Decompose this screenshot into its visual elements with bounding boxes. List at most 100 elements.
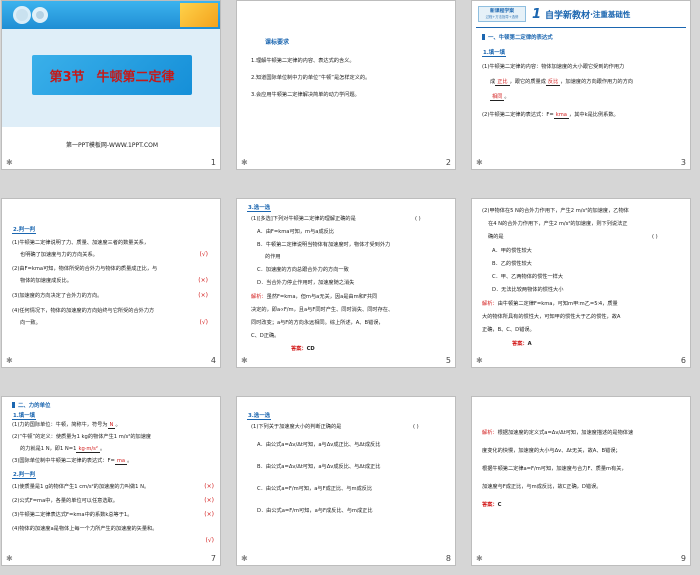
slide-footer: ✱ 3 (472, 157, 690, 169)
slide-footer: ✱ 2 (237, 157, 455, 169)
judge-mark-3: (×) (204, 511, 214, 518)
cover-photo (180, 3, 218, 27)
choose-heading: 3.选一选 (247, 205, 271, 212)
option-d: D．由公式a=F/m可知，a与F成反比、与m成正比 (257, 508, 373, 514)
unit-line-3: 的力就是1 N，即1 N=1 kg·m/s²。 (20, 446, 106, 453)
judge-mark-2: (×) (198, 277, 208, 284)
page-number: 2 (445, 158, 451, 167)
unit-line-1: (1)力的国际单位：牛顿，简称牛，符号为 N。 (12, 422, 121, 429)
law-formula-line: (2)牛顿第二定律的表达式：F= kma ，其中k是比例系数。 (482, 112, 619, 119)
option-b: B．牛顿第二定律说明当物体有加速度时，物体才受到外力 (257, 242, 391, 248)
star-icon: ✱ (476, 356, 483, 365)
explanation-line-3: 同时改变；a与F的方向永远相同。综上所述，A、B错误， (251, 320, 384, 326)
slide-footer: ✱ 8 (237, 553, 455, 565)
law-content-line-1: (1)牛顿第二定律的内容：物体加速度的大小跟它受到的作用力 (482, 64, 625, 70)
section-heading: 一、牛顿第二定律的表达式 (482, 33, 553, 41)
question-stem: (1)[多选]下列对牛顿第二定律的理解正确的是 (251, 216, 356, 222)
question-line-1: (2)甲物体在5 N的合外力作用下，产生2 m/s²的加速度，乙物体 (482, 208, 629, 214)
choose-heading: 3.选一选 (247, 413, 271, 420)
answer-line: 答案：C (482, 502, 502, 508)
slide-footer: ✱ 5 (237, 355, 455, 367)
section-bar-icon (482, 34, 485, 40)
judge-item-1: (1)牛顿第二定律说明了力、质量、加速度三者的数量关系， (12, 240, 150, 246)
judge-mark-2: (×) (204, 497, 214, 504)
slide-thumbnail-2[interactable]: 课标要求 1.理解牛顿第二定律的内容、表达式的含义。 2.知道国际单位制中力的单… (236, 0, 456, 170)
slide3-banner: 新课程学案 过程+方法指导+选修 1 自学新教材 ·注重基础性 (472, 3, 690, 25)
slide-thumbnail-3[interactable]: 新课程学案 过程+方法指导+选修 1 自学新教材 ·注重基础性 一、牛顿第二定律… (471, 0, 691, 170)
explanation-line-1: 解析：根据加速度的定义式a=Δv/Δt可知，加速度描述的是物体速 (482, 430, 634, 436)
blank-answer: 反比 (545, 79, 561, 86)
page-number: 5 (445, 356, 451, 365)
judge-item-2-cont: 物体的加速度成反比。 (20, 278, 72, 284)
judge-mark-4: (√) (205, 537, 214, 544)
judge-mark-1: (×) (204, 483, 214, 490)
judge-heading: 2.判一判 (12, 472, 36, 479)
judge-mark-4: (√) (199, 319, 208, 326)
page-number: 1 (210, 158, 216, 167)
blank-answer: kma (553, 112, 569, 119)
slide-thumbnail-1[interactable]: 第3节 牛顿第二定律 第一PPT模板网-WWW.1PPT.COM ✱ 1 (1, 0, 221, 170)
blank-answer: 相同 (490, 94, 505, 101)
slide-thumbnail-9[interactable]: 解析：根据加速度的定义式a=Δv/Δt可知，加速度描述的是物体速 度变化的快慢，… (471, 396, 691, 566)
question-line-2: 在4 N的合外力作用下，产生2 m/s²的加速度，则下列说法正 (488, 221, 628, 227)
fill-in-heading: 1.填一填 (12, 413, 36, 420)
slide-thumbnail-6[interactable]: (2)甲物体在5 N的合外力作用下，产生2 m/s²的加速度，乙物体 在4 N的… (471, 198, 691, 368)
option-c: C．加速度的方向总跟合外力的方向一致 (257, 267, 349, 273)
blank-answer: kg·m/s² (76, 446, 100, 453)
judge-item-1: (1)使质量是1 g的物体产生1 cm/s²的加速度的力叫做1 N。 (12, 484, 150, 490)
slide-thumbnail-8[interactable]: 3.选一选 (1)下列关于加速度大小的判断正确的是 ( ) A．由公式a=Δv/… (236, 396, 456, 566)
fill-in-heading: 1.填一填 (482, 50, 506, 57)
option-d: D．无法比较两物体的惯性大小 (492, 287, 564, 293)
unit-line-4: (3)国际单位制中牛顿第二定律的表达式：F= ma。 (12, 458, 133, 465)
page-number: 9 (680, 554, 686, 563)
explanation-line-2: 决定的，即a∝F/m，且a与F同时产生、同时消失、同时存在、 (251, 307, 394, 313)
slide1-title-box: 第3节 牛顿第二定律 (32, 55, 192, 95)
standard-line-2: 2.知道国际单位制中力的单位“牛顿”是怎样定义的。 (251, 75, 371, 81)
star-icon: ✱ (6, 554, 13, 563)
answer-line: 答案：A (512, 341, 532, 347)
option-c: C．由公式a=F/m可知，a与F成正比、与m成反比 (257, 486, 373, 492)
judge-item-4: (4)任何情况下，物体的加速度的方向始终与它所受的合外力方 (12, 308, 155, 314)
explanation-line-1: 解析：虽然F=kma，但m与a无关，因a是由m和F共同 (251, 294, 378, 300)
banner-subtitle: ·注重基础性 (590, 9, 631, 19)
section-heading: 二、力的单位 (12, 401, 50, 409)
banner-rule (476, 27, 686, 28)
slide-thumbnail-4[interactable]: 2.判一判 (1)牛顿第二定律说明了力、质量、加速度三者的数量关系， 也明确了加… (1, 198, 221, 368)
slide-thumbnail-7[interactable]: 二、力的单位 1.填一填 (1)力的国际单位：牛顿，简称牛，符号为 N。 (2)“… (1, 396, 221, 566)
option-a: A．由F=kma可知，m与a成反比 (257, 229, 335, 235)
question-line-3: 确的是 (488, 234, 504, 240)
banner-number: 1 (532, 6, 542, 22)
judge-item-3: (3)加速度的方向决定了合外力的方向。 (12, 293, 103, 299)
blank-answer: ma (114, 458, 128, 465)
law-content-line-2: 成正比 ，跟它的质量成 反比 ，加速度的方向跟作用力的方向 (490, 79, 633, 86)
explanation-line-4: C、D正确。 (251, 333, 280, 339)
explanation-line-1: 解析：由牛顿第二定律F=kma，可知m甲∶m乙=5∶4，质量 (482, 301, 618, 307)
template-footer-text: 第一PPT模板网-WWW.1PPT.COM (65, 142, 159, 149)
star-icon: ✱ (6, 158, 13, 167)
dandelion-image (10, 3, 50, 27)
judge-mark-3: (×) (198, 292, 208, 299)
section-label: 第3节 (49, 69, 85, 85)
option-b: B．由公式a=Δv/Δt可知，a与Δv成反比、与Δt成正比 (257, 464, 381, 470)
star-icon: ✱ (6, 356, 13, 365)
judge-item-1-cont: 也明确了加速度与力的方向关系。 (20, 252, 98, 258)
explanation-line-3: 正确，B、C、D错误。 (482, 327, 535, 333)
judge-heading: 2.判一判 (12, 227, 36, 234)
star-icon: ✱ (241, 554, 248, 563)
option-b: B．乙的惯性较大 (492, 261, 532, 267)
standard-line-1: 1.理解牛顿第二定律的内容、表达式的含义。 (251, 58, 355, 64)
judge-mark-1: (√) (199, 251, 208, 258)
slide-thumbnail-5[interactable]: 3.选一选 (1)[多选]下列对牛顿第二定律的理解正确的是 ( ) A．由F=k… (236, 198, 456, 368)
explanation-line-2: 度变化的快慢，加速度的大小与Δv、Δt无关，故A、B错误； (482, 448, 621, 454)
explanation-line-4: 加速度与F成正比，与m成反比，故C正确，D错误。 (482, 484, 602, 490)
judge-item-2: (2)由F=kma可知，物体所受的合外力与物体的质量成正比，与 (12, 266, 158, 272)
option-d: D．当合外力停止作用时，加速度随之消失 (257, 280, 355, 286)
page-number: 6 (680, 356, 686, 365)
slide-footer: ✱ 7 (2, 553, 220, 565)
option-c: C．甲、乙两物体的惯性一样大 (492, 274, 564, 280)
star-icon: ✱ (241, 158, 248, 167)
slide-footer: ✱ 6 (472, 355, 690, 367)
answer-paren: ( ) (413, 424, 419, 430)
blank-answer: 正比 (495, 79, 510, 86)
page-number: 7 (210, 554, 216, 563)
